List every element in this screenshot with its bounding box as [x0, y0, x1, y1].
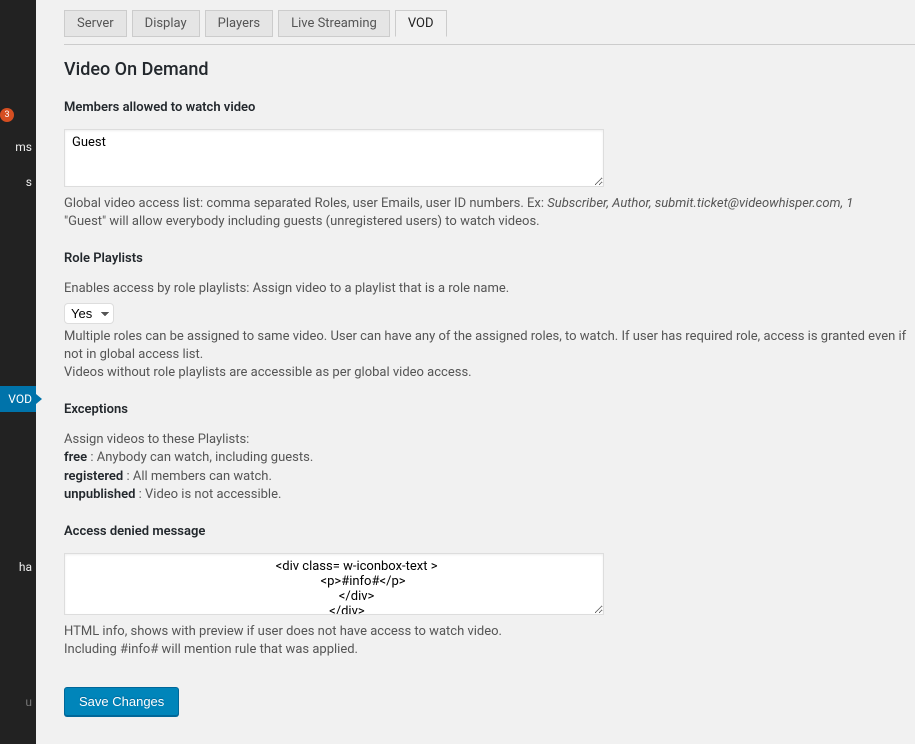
role-playlists-desc: Enables access by role playlists: Assign… — [64, 280, 914, 298]
tab-players[interactable]: Players — [205, 10, 273, 37]
tab-vod[interactable]: VOD — [395, 10, 447, 37]
exceptions-body: Assign videos to these Playlists: free :… — [64, 431, 914, 504]
page-title: Video On Demand — [64, 59, 915, 80]
denied-help: HTML info, shows with preview if user do… — [64, 623, 914, 659]
members-help: Global video access list: comma separate… — [64, 195, 914, 231]
main-content: Server Display Players Live Streaming VO… — [36, 0, 915, 744]
role-playlists-label: Role Playlists — [64, 251, 915, 266]
sidebar-item-fragment[interactable]: u — [25, 695, 32, 709]
sidebar-item-vod[interactable]: VOD — [0, 386, 36, 412]
notification-badge[interactable]: 3 — [0, 108, 14, 122]
tab-divider — [64, 44, 915, 45]
denied-textarea[interactable] — [64, 553, 604, 615]
members-textarea[interactable] — [64, 129, 604, 187]
sidebar-item-fragment[interactable]: s — [26, 175, 32, 189]
role-playlists-help: Multiple roles can be assigned to same v… — [64, 328, 914, 383]
members-label: Members allowed to watch video — [64, 100, 915, 115]
tab-display[interactable]: Display — [132, 10, 200, 37]
exceptions-label: Exceptions — [64, 402, 915, 417]
tab-server[interactable]: Server — [64, 10, 127, 37]
role-playlists-select[interactable]: Yes — [64, 303, 114, 324]
denied-label: Access denied message — [64, 524, 915, 539]
tab-nav: Server Display Players Live Streaming VO… — [64, 10, 915, 37]
admin-sidebar: 3 ms s VOD ha u — [0, 0, 36, 744]
sidebar-item-fragment[interactable]: ms — [15, 140, 32, 154]
tab-live-streaming[interactable]: Live Streaming — [278, 10, 390, 37]
save-button[interactable]: Save Changes — [64, 687, 179, 716]
sidebar-item-fragment[interactable]: ha — [19, 560, 32, 574]
